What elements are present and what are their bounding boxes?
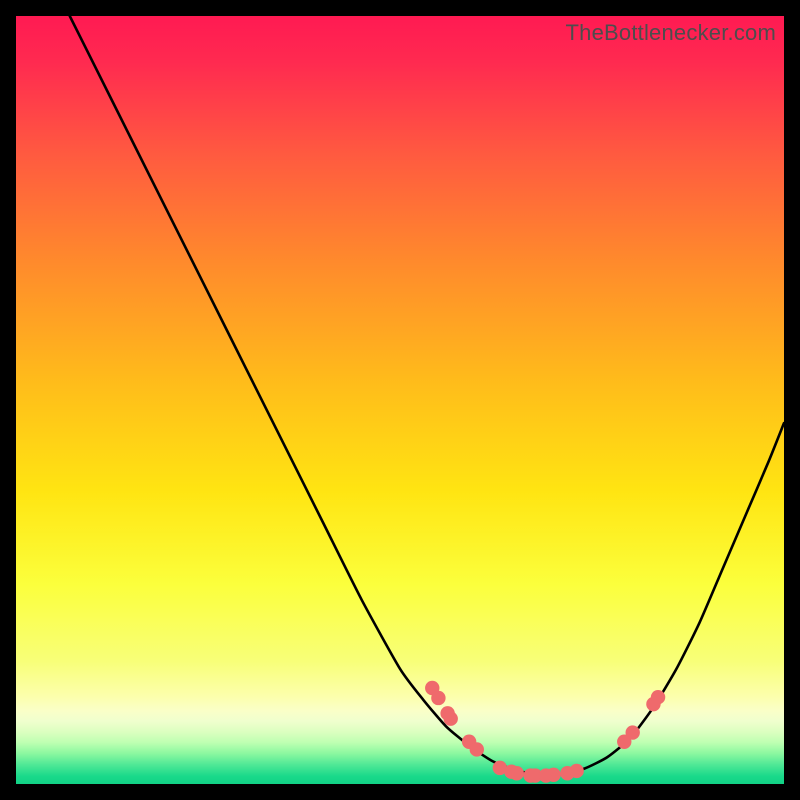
data-marker bbox=[431, 691, 445, 705]
data-marker bbox=[470, 742, 484, 756]
data-marker bbox=[651, 690, 665, 704]
data-marker bbox=[546, 768, 560, 782]
data-marker bbox=[443, 712, 457, 726]
chart-svg bbox=[16, 16, 784, 784]
data-marker bbox=[510, 766, 524, 780]
data-marker bbox=[569, 764, 583, 778]
data-marker bbox=[626, 725, 640, 739]
chart-frame: TheBottlenecker.com bbox=[16, 16, 784, 784]
watermark-text: TheBottlenecker.com bbox=[566, 20, 776, 46]
